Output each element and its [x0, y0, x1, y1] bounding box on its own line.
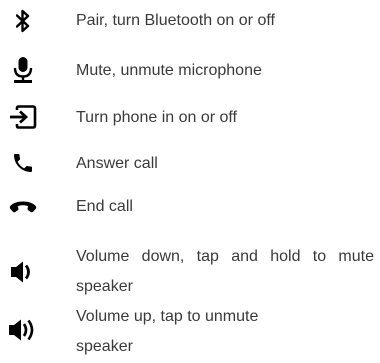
legend-item-label: End call — [76, 198, 133, 215]
bluetooth-icon — [6, 6, 40, 36]
legend-item-volume-down: Volume down, tap and hold to mute speake… — [0, 242, 380, 302]
legend-item-label: Pair, turn Bluetooth on or off — [76, 12, 275, 29]
microphone-icon — [6, 55, 40, 85]
legend-item-power: Turn phone in on or off — [0, 102, 380, 132]
legend-item-volume-up: Volume up, tap to unmute speaker — [0, 302, 380, 362]
legend-item-label: Volume up, tap to unmute speaker — [76, 308, 259, 355]
legend-item-label: Answer call — [76, 155, 158, 172]
volume-up-icon — [6, 315, 40, 345]
phone-answer-icon — [6, 148, 40, 178]
legend-item-microphone: Mute, unmute microphone — [0, 55, 380, 85]
legend-item-end-call: End call — [0, 192, 380, 222]
phone-end-icon — [6, 192, 40, 222]
legend-item-answer-call: Answer call — [0, 148, 380, 178]
legend-item-label: Volume down, tap and hold to mute speake… — [76, 248, 374, 295]
legend-item-label: Mute, unmute microphone — [76, 62, 262, 79]
button-legend: Pair, turn Bluetooth on or off Mute, unm… — [0, 0, 380, 363]
power-input-icon — [6, 102, 40, 132]
legend-item-label: Turn phone in on or off — [76, 109, 237, 126]
legend-item-bluetooth: Pair, turn Bluetooth on or off — [0, 6, 380, 36]
volume-down-icon — [6, 257, 40, 287]
